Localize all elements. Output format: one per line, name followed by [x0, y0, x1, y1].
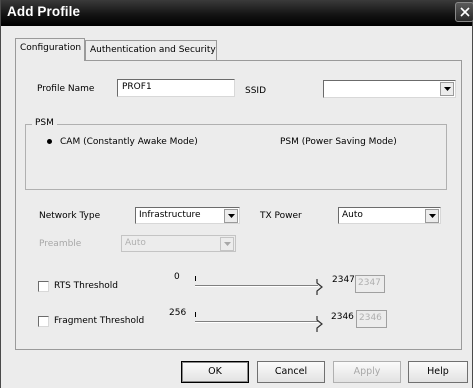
tx-power-combobox[interactable]: Auto — [338, 207, 441, 224]
cam-radio-label: CAM (Constantly Awake Mode) — [60, 137, 198, 147]
fragment-slider-track[interactable] — [195, 321, 318, 323]
cancel-button[interactable]: Cancel — [257, 361, 325, 383]
close-button[interactable] — [455, 2, 473, 22]
preamble-combobox: Auto — [121, 235, 236, 252]
preamble-value: Auto — [125, 238, 146, 248]
network-type-label: Network Type — [39, 211, 101, 221]
fragment-max-label: 2346 — [331, 312, 354, 322]
rts-min-label: 0 — [174, 272, 180, 282]
fragment-min-label: 256 — [169, 308, 187, 318]
tab-configuration[interactable]: Configuration — [15, 38, 85, 61]
fragment-threshold-label: Fragment Threshold — [54, 316, 145, 326]
tx-power-label: TX Power — [260, 211, 302, 221]
chevron-down-icon — [444, 87, 451, 91]
cam-radio[interactable] — [45, 137, 56, 148]
tab-configuration-label: Configuration — [20, 43, 82, 53]
psm-radio[interactable] — [264, 137, 275, 148]
tab-authentication-security-label: Authentication and Security — [90, 45, 216, 55]
preamble-dropdown-button — [220, 237, 234, 251]
chevron-down-icon — [228, 214, 235, 218]
network-type-value: Infrastructure — [139, 210, 201, 220]
network-type-dropdown-button[interactable] — [224, 209, 238, 223]
apply-button: Apply — [333, 361, 401, 383]
preamble-label: Preamble — [39, 239, 82, 249]
title-bar[interactable]: Add Profile — [1, 0, 473, 26]
rts-slider-thumb[interactable] — [316, 279, 324, 295]
ssid-dropdown-button[interactable] — [440, 82, 454, 96]
ok-button[interactable]: OK — [181, 361, 249, 383]
network-type-combobox[interactable]: Infrastructure — [135, 207, 240, 224]
tab-authentication-security[interactable]: Authentication and Security — [85, 40, 217, 60]
rts-slider-tick — [195, 276, 196, 281]
chevron-down-icon — [224, 242, 231, 246]
rts-threshold-label: RTS Threshold — [54, 281, 119, 291]
close-icon — [460, 7, 470, 17]
psm-group: PSM — [25, 118, 447, 190]
psm-radio-label: PSM (Power Saving Mode) — [280, 137, 397, 147]
fragment-slider-tick — [195, 312, 196, 317]
fragment-value-box: 2346 — [356, 310, 387, 328]
profile-name-input[interactable]: PROF1 — [117, 79, 235, 97]
ssid-combobox[interactable] — [323, 80, 456, 98]
rts-threshold-checkbox[interactable] — [38, 281, 49, 292]
add-profile-dialog: Add Profile Configuration Authentication… — [0, 0, 473, 388]
chevron-down-icon — [429, 214, 436, 218]
profile-name-label: Profile Name — [37, 84, 95, 94]
tx-power-dropdown-button[interactable] — [425, 209, 439, 223]
psm-group-title: PSM — [32, 118, 57, 128]
ssid-label: SSID — [245, 86, 267, 96]
window-title: Add Profile — [7, 4, 81, 19]
rts-slider-track[interactable] — [195, 285, 318, 287]
fragment-slider-thumb[interactable] — [316, 316, 324, 332]
help-button[interactable]: Help — [408, 361, 468, 383]
tx-power-value: Auto — [342, 210, 363, 220]
rts-value-box: 2347 — [355, 275, 385, 293]
rts-max-label: 2347 — [332, 275, 355, 285]
configuration-panel — [15, 60, 462, 350]
fragment-threshold-checkbox[interactable] — [38, 316, 49, 327]
